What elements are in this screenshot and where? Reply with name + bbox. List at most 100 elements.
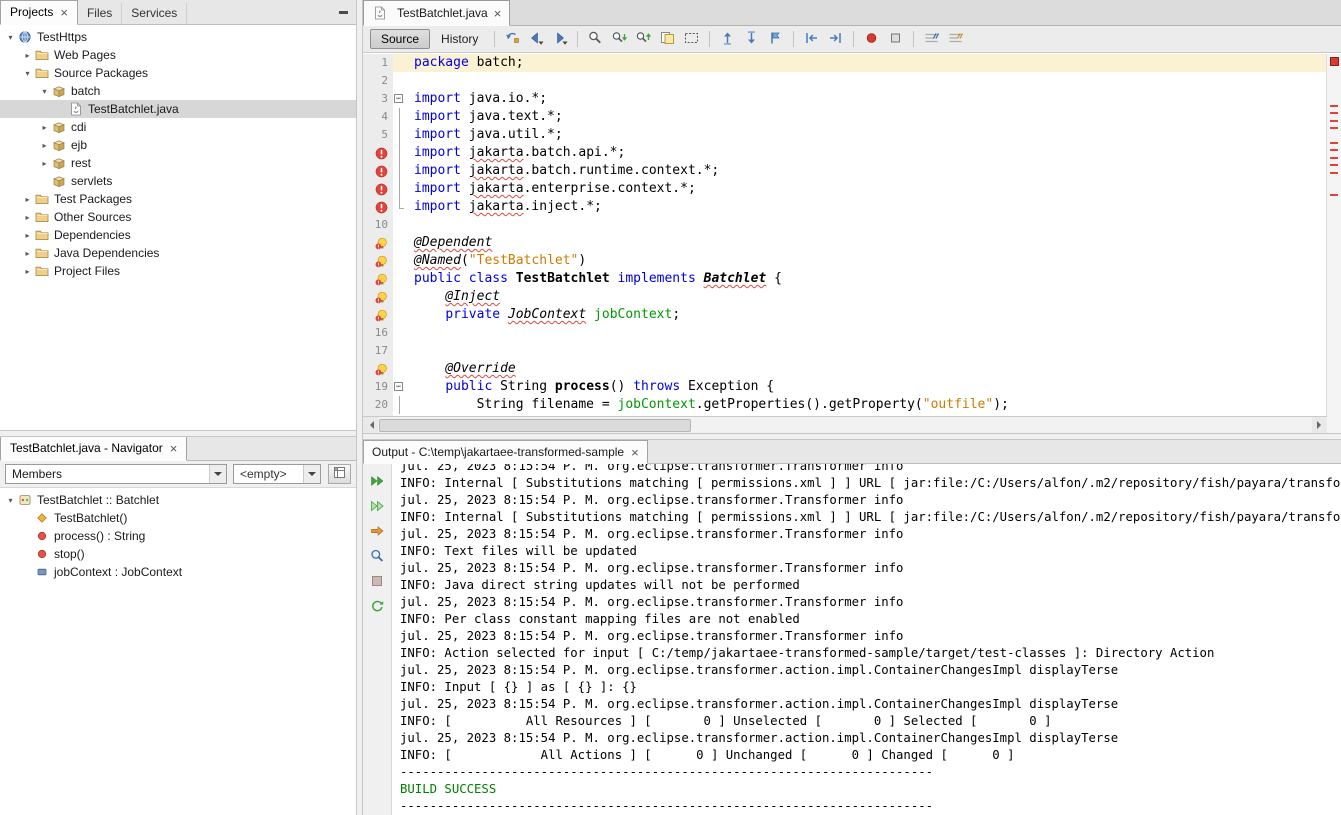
error-hint-icon[interactable] (363, 234, 393, 252)
code-line-7[interactable]: import jakarta.batch.runtime.context.*; (363, 162, 1327, 180)
tree-row-web-pages[interactable]: ▸Web Pages (0, 46, 356, 64)
output-tab[interactable]: Output - C:\temp\jakartaee-transformed-s… (363, 440, 648, 464)
tree-row-stop[interactable]: stop() (0, 545, 356, 563)
code-line-9[interactable]: import jakarta.inject.*; (363, 198, 1327, 216)
expander-closed-icon[interactable]: ▸ (38, 141, 51, 150)
error-badge-icon[interactable] (363, 198, 393, 216)
tree-row-java-dependencies[interactable]: ▸Java Dependencies (0, 244, 356, 262)
tree-row-source-packages[interactable]: ▾Source Packages (0, 64, 356, 82)
expander-closed-icon[interactable]: ▸ (38, 159, 51, 168)
tree-row-cdi[interactable]: ▸cdi (0, 118, 356, 136)
stop-build-button[interactable] (366, 572, 388, 593)
code-line-11[interactable]: @Dependent (363, 234, 1327, 252)
scroll-right-icon[interactable] (1312, 417, 1327, 433)
scroll-left-icon[interactable] (363, 417, 378, 433)
previous-bookmark-button[interactable] (716, 28, 739, 50)
error-stripe-mark[interactable] (1330, 105, 1338, 107)
expander-closed-icon[interactable]: ▸ (38, 123, 51, 132)
expander-closed-icon[interactable]: ▸ (21, 51, 34, 60)
find-next-button[interactable] (608, 28, 631, 50)
scope-select[interactable]: <empty> (233, 464, 321, 484)
rerun-params-button[interactable] (366, 497, 388, 518)
close-icon[interactable]: × (169, 442, 178, 455)
code-line-2[interactable]: 2 (363, 72, 1327, 90)
members-filter-select[interactable]: Members (5, 464, 227, 484)
error-stripe[interactable] (1326, 54, 1341, 433)
code-line-17[interactable]: 17 (363, 342, 1327, 360)
output-log[interactable]: jul. 25, 2023 8:15:54 P. M. org.eclipse.… (393, 464, 1341, 815)
code-line-13[interactable]: public class TestBatchlet implements Bat… (363, 270, 1327, 288)
close-icon[interactable]: × (630, 446, 639, 459)
error-badge-icon[interactable] (363, 144, 393, 162)
minimize-icon[interactable] (339, 11, 348, 14)
tree-row-rest[interactable]: ▸rest (0, 154, 356, 172)
back-button[interactable] (524, 28, 547, 50)
left-horizontal-splitter[interactable] (0, 430, 356, 437)
expander-open-icon[interactable]: ▾ (4, 496, 17, 505)
close-icon[interactable]: × (59, 6, 68, 19)
tab-navigator[interactable]: TestBatchlet.java - Navigator × (0, 436, 187, 461)
tab-services[interactable]: Services (122, 3, 187, 24)
rectangular-selection-button[interactable] (680, 28, 703, 50)
tree-row-project-files[interactable]: ▸Project Files (0, 262, 356, 280)
expander-open-icon[interactable]: ▾ (21, 69, 34, 78)
last-edit-button[interactable] (500, 28, 523, 50)
error-hint-icon[interactable] (363, 288, 393, 306)
code-line-6[interactable]: import jakarta.batch.api.*; (363, 144, 1327, 162)
expander-open-icon[interactable]: ▾ (38, 87, 51, 96)
error-stripe-mark[interactable] (1330, 194, 1338, 196)
search-output-button[interactable] (366, 547, 388, 568)
comment-button[interactable] (920, 28, 943, 50)
error-stripe-mark[interactable] (1330, 120, 1338, 122)
code-line-15[interactable]: private JobContext jobContext; (363, 306, 1327, 324)
error-stripe-mark[interactable] (1330, 172, 1338, 174)
expander-closed-icon[interactable]: ▸ (21, 231, 34, 240)
error-stripe-mark[interactable] (1330, 127, 1338, 129)
code-fold-icon[interactable]: − (393, 378, 406, 396)
tree-row-test-packages[interactable]: ▸Test Packages (0, 190, 356, 208)
error-hint-icon[interactable] (363, 306, 393, 324)
expander-closed-icon[interactable]: ▸ (21, 267, 34, 276)
right-horizontal-splitter[interactable] (363, 433, 1341, 440)
toggle-highlight-button[interactable] (656, 28, 679, 50)
expander-closed-icon[interactable]: ▸ (21, 249, 34, 258)
code-line-14[interactable]: @Inject (363, 288, 1327, 306)
horizontal-scrollbar[interactable] (363, 416, 1327, 433)
vertical-splitter[interactable] (356, 0, 363, 815)
error-badge-icon[interactable] (363, 162, 393, 180)
code-line-8[interactable]: import jakarta.enterprise.context.*; (363, 180, 1327, 198)
source-view-button[interactable]: Source (370, 29, 430, 49)
shift-right-button[interactable] (824, 28, 847, 50)
next-bookmark-button[interactable] (740, 28, 763, 50)
expander-closed-icon[interactable]: ▸ (21, 195, 34, 204)
code-line-19[interactable]: 19− public String process() throws Excep… (363, 378, 1327, 396)
refresh-output-button[interactable] (366, 597, 388, 618)
macro-record-button[interactable] (860, 28, 883, 50)
tree-row-testbatchlet[interactable]: TestBatchlet() (0, 509, 356, 527)
expander-closed-icon[interactable]: ▸ (21, 213, 34, 222)
code-line-20[interactable]: 20 String filename = jobContext.getPrope… (363, 396, 1327, 414)
tree-row-batch[interactable]: ▾batch (0, 82, 356, 100)
uncomment-button[interactable] (944, 28, 967, 50)
tree-row-servlets[interactable]: servlets (0, 172, 356, 190)
error-stripe-mark[interactable] (1330, 164, 1338, 166)
shift-left-button[interactable] (800, 28, 823, 50)
rerun-button[interactable] (366, 472, 388, 493)
macro-stop-button[interactable] (884, 28, 907, 50)
tree-row-jobcontext-jobcontext[interactable]: jobContext : JobContext (0, 563, 356, 581)
code-line-4[interactable]: 4import java.text.*; (363, 108, 1327, 126)
error-stripe-mark[interactable] (1330, 142, 1338, 144)
sort-members-button[interactable] (328, 464, 351, 484)
forward-button[interactable] (548, 28, 571, 50)
tree-row-testhttps[interactable]: ▾TestHttps (0, 28, 356, 46)
code-area[interactable]: 1package batch;23−import java.io.*;4impo… (363, 54, 1327, 414)
code-line-3[interactable]: 3−import java.io.*; (363, 90, 1327, 108)
error-badge-icon[interactable] (363, 180, 393, 198)
tree-row-process-string[interactable]: process() : String (0, 527, 356, 545)
close-icon[interactable]: × (493, 7, 502, 20)
error-hint-icon[interactable] (363, 270, 393, 288)
expander-open-icon[interactable]: ▾ (4, 33, 17, 42)
code-line-10[interactable]: 10 (363, 216, 1327, 234)
code-fold-icon[interactable]: − (393, 90, 406, 108)
tree-row-testbatchlet-java[interactable]: TestBatchlet.java (0, 100, 356, 118)
